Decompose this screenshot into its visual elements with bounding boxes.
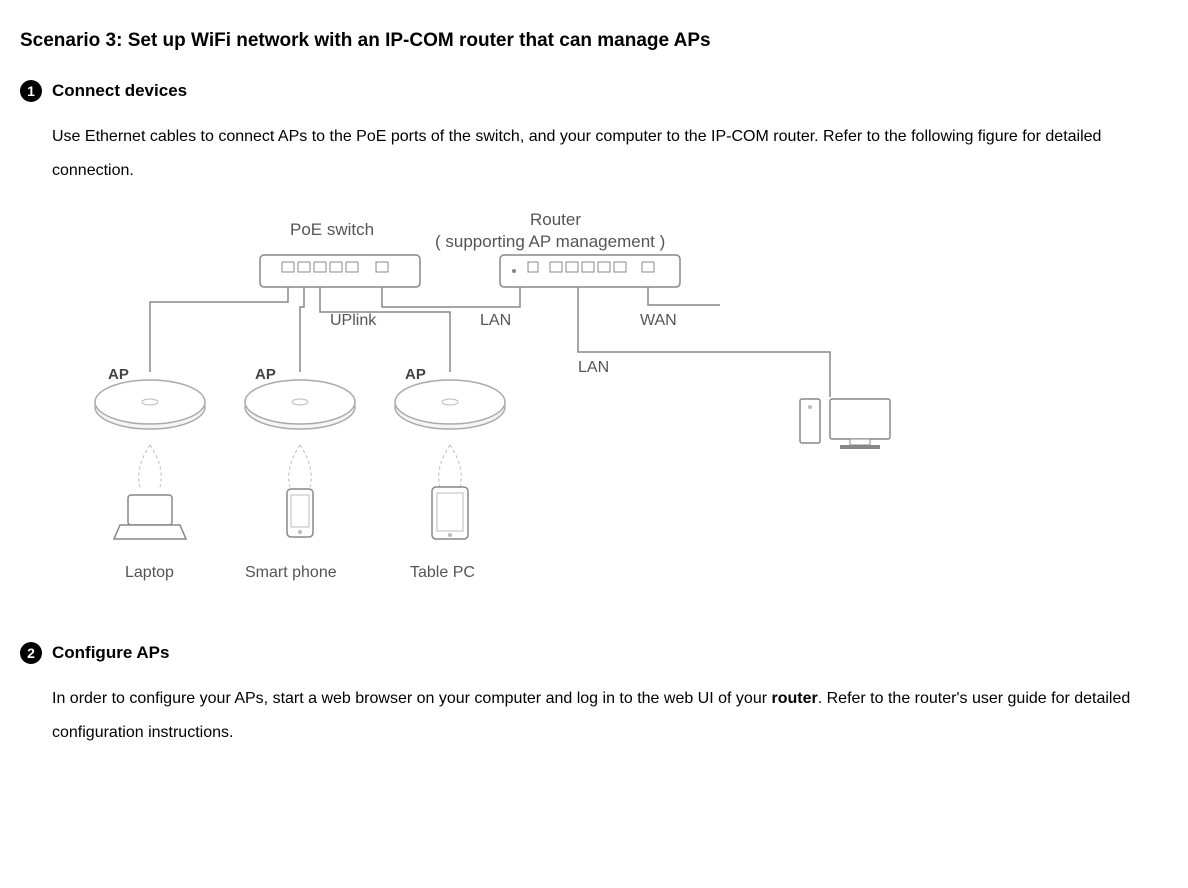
wan-label: WAN [640,312,677,329]
step-2-title: Configure APs [52,642,169,664]
smartphone-icon [287,489,313,537]
laptop-label: Laptop [125,564,174,581]
step-2-desc-p1: In order to configure your APs, start a … [52,690,771,707]
ap-label-1: AP [108,366,129,383]
uplink-label: UPlink [330,312,377,329]
step-1-header: 1 Connect devices [20,80,1168,102]
step-number-2: 2 [20,642,42,664]
ap-label-2: AP [255,366,276,383]
step-number-1: 1 [20,80,42,102]
step-2-desc-bold: router [771,690,817,707]
step-2-header: 2 Configure APs [20,642,1168,664]
ap-label-3: AP [405,366,426,383]
ap-icon-2 [245,380,355,429]
tablet-icon [432,487,468,539]
scenario-title: Scenario 3: Set up WiFi network with an … [20,30,1168,52]
smartphone-label: Smart phone [245,564,337,581]
poe-switch-label: PoE switch [290,220,374,239]
laptop-icon [114,495,186,539]
tablet-label: Table PC [410,564,475,581]
step-2-description: In order to configure your APs, start a … [52,682,1168,749]
router-label-1: Router [530,210,581,229]
step-1-description: Use Ethernet cables to connect APs to th… [52,120,1168,187]
desktop-pc-icon [800,399,890,449]
step-1-title: Connect devices [52,80,187,102]
ap-icon-3 [395,380,505,429]
router-label-2: ( supporting AP management ) [435,232,665,251]
lan-label-pc: LAN [578,359,609,376]
network-diagram: PoE switch Router ( supporting AP manage… [80,207,1168,612]
router-icon [500,255,680,287]
lan-label-switch: LAN [480,312,511,329]
poe-switch-icon [260,255,420,287]
ap-icon-1 [95,380,205,429]
